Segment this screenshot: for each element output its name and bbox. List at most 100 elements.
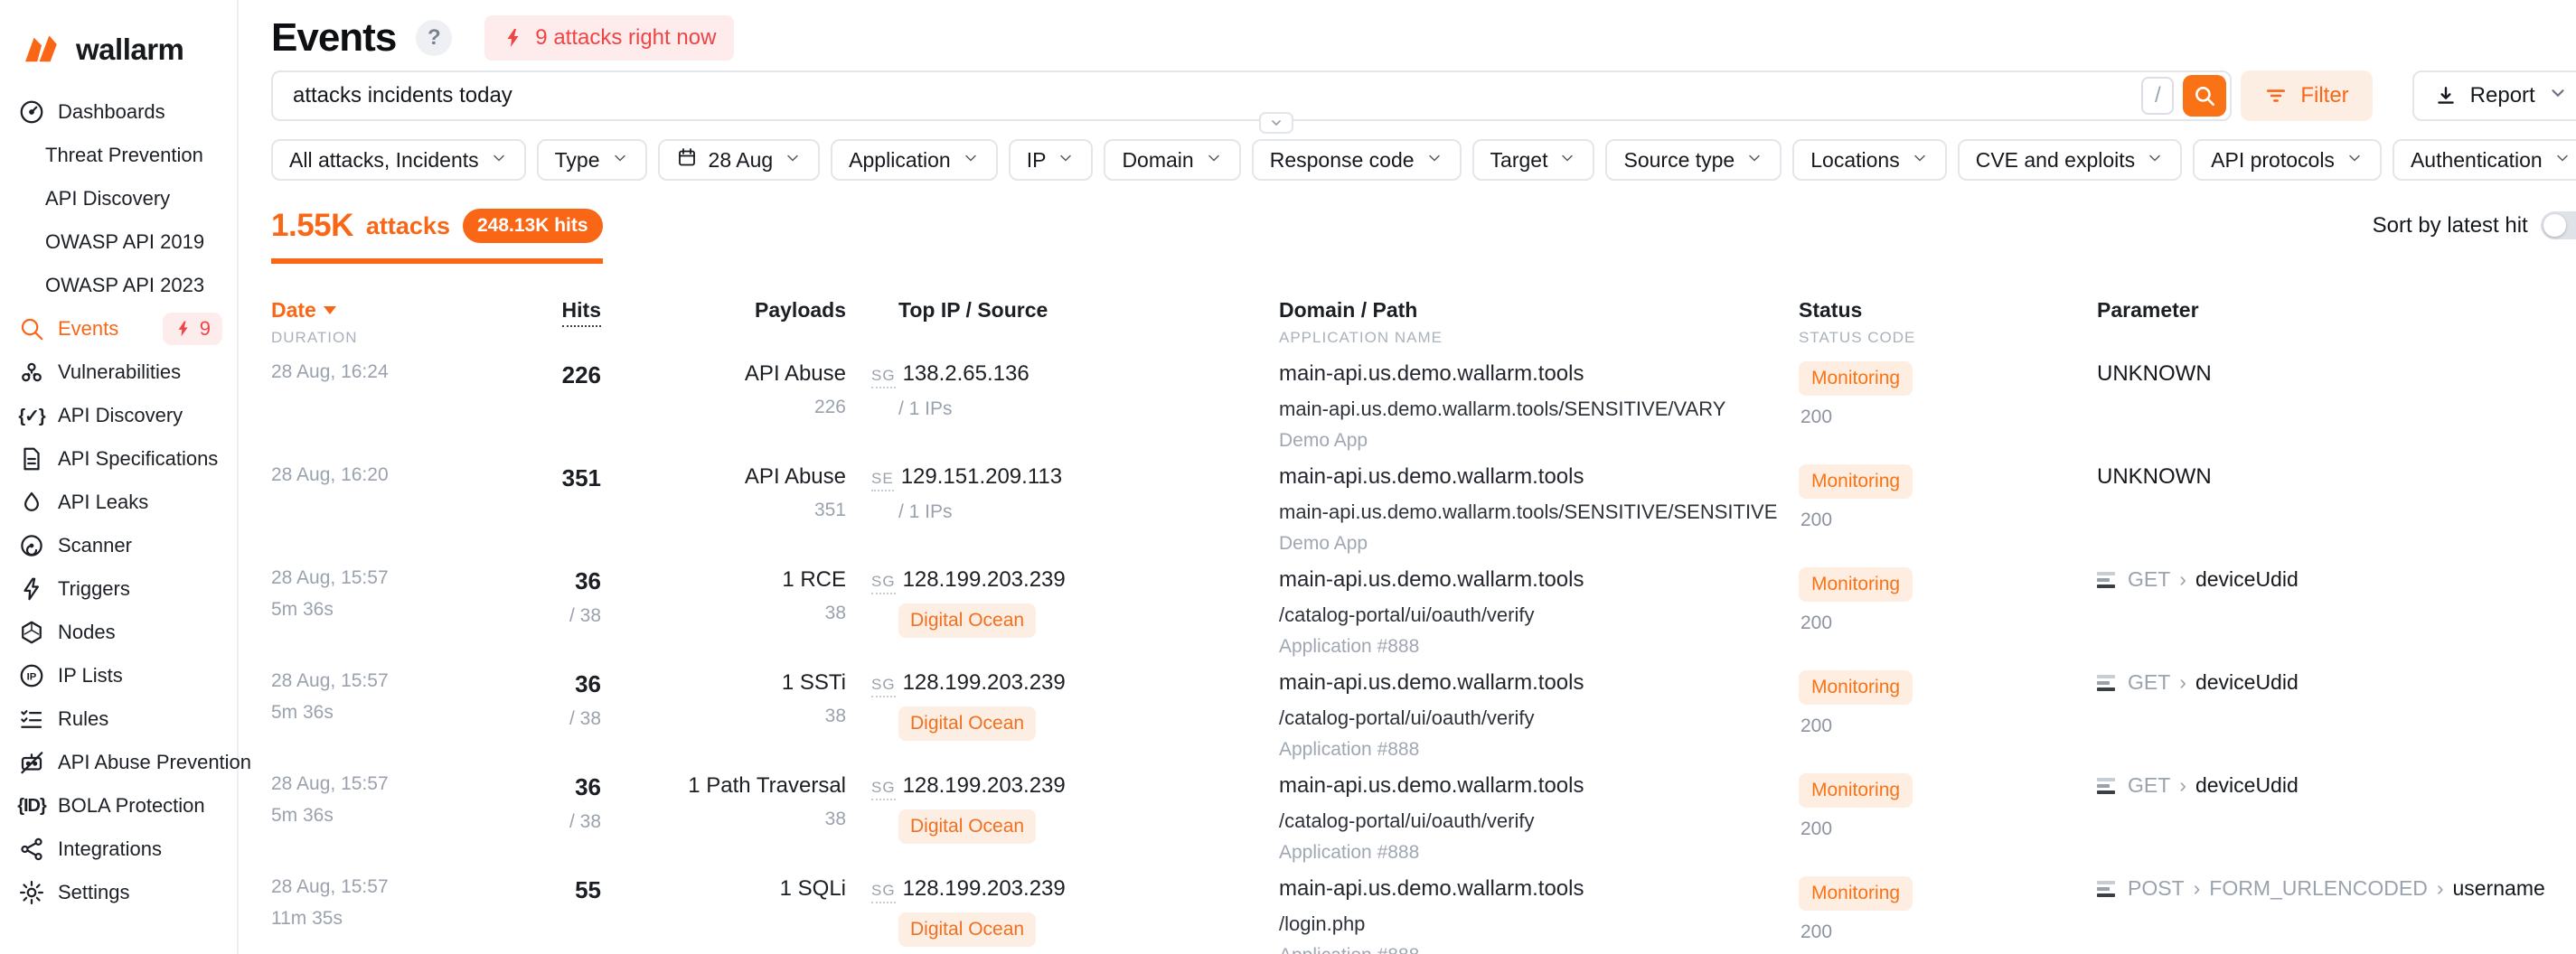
sidebar-item-nodes[interactable]: Nodes: [0, 611, 237, 654]
path: main-api.us.demo.wallarm.tools/SENSITIVE…: [1279, 398, 1799, 421]
domain[interactable]: main-api.us.demo.wallarm.tools: [1279, 567, 1799, 593]
status-badge: Monitoring: [1799, 464, 1913, 499]
sidebar-item-threat-prevention[interactable]: Threat Prevention: [0, 134, 237, 177]
status-code: 200: [1800, 407, 2097, 428]
table-row[interactable]: 28 Aug, 15:57 11m 35s 55 1 SQLi SG 128.1…: [271, 862, 2576, 954]
filter-chip-all-attacks-incidents[interactable]: All attacks, Incidents: [271, 139, 526, 181]
filter-chip-label: Target: [1490, 148, 1548, 173]
status-badge: Monitoring: [1799, 773, 1913, 808]
column-header-payloads: Payloads: [601, 298, 846, 347]
table-row[interactable]: 28 Aug, 15:57 5m 36s 36 / 38 1 RCE 38 SG…: [271, 553, 2576, 656]
application-name: Demo App: [1279, 430, 1799, 452]
domain[interactable]: main-api.us.demo.wallarm.tools: [1279, 876, 1799, 902]
search-input[interactable]: [293, 83, 2141, 108]
domain[interactable]: main-api.us.demo.wallarm.tools: [1279, 670, 1799, 696]
status-code: 200: [1800, 818, 2097, 840]
table-row[interactable]: 28 Aug, 15:57 5m 36s 36 / 38 1 Path Trav…: [271, 759, 2576, 862]
sidebar-item-api-discovery[interactable]: API Discovery: [0, 177, 237, 220]
table-row[interactable]: 28 Aug, 15:57 5m 36s 36 / 38 1 SSTi 38 S…: [271, 656, 2576, 759]
wallarm-logo[interactable]: wallarm: [0, 25, 237, 90]
sidebar-item-label: BOLA Protection: [58, 794, 222, 818]
help-icon[interactable]: ?: [416, 20, 452, 56]
filter-chip-response-code[interactable]: Response code: [1252, 139, 1462, 181]
tab-attacks[interactable]: 1.55K attacks 248.13K hits: [271, 208, 603, 264]
table-row[interactable]: 28 Aug, 16:24 226 API Abuse 226 SG 138.2…: [271, 347, 2576, 450]
chevron-separator: ›: [2179, 567, 2186, 592]
ip-address[interactable]: 128.199.203.239: [903, 876, 1066, 902]
sidebar-item-integrations[interactable]: Integrations: [0, 828, 237, 871]
sidebar-item-settings[interactable]: Settings: [0, 871, 237, 914]
report-button-label: Report: [2470, 83, 2535, 108]
domain[interactable]: main-api.us.demo.wallarm.tools: [1279, 464, 1799, 490]
filter-chip-target[interactable]: Target: [1472, 139, 1595, 181]
column-header-hits[interactable]: Hits: [488, 298, 601, 347]
chevron-down-icon: [1057, 149, 1075, 167]
ip-address[interactable]: 138.2.65.136: [903, 361, 1029, 387]
filter-chip-domain[interactable]: Domain: [1104, 139, 1240, 181]
filter-chip-ip[interactable]: IP: [1009, 139, 1094, 181]
table-row[interactable]: 28 Aug, 16:20 351 API Abuse 351 SE 129.1…: [271, 450, 2576, 553]
cell-status: Monitoring 200: [1799, 876, 2097, 954]
sidebar-item-events[interactable]: Events9: [0, 307, 237, 351]
filter-chip-type[interactable]: Type: [537, 139, 647, 181]
main-content: Events ? 9 attacks right now /: [239, 0, 2576, 954]
search-button[interactable]: [2183, 75, 2226, 117]
chevron-down-icon: [2553, 149, 2571, 167]
search-row: / Filter Report: [271, 70, 2576, 121]
wallarm-logo-icon: [18, 33, 65, 66]
parameter-part: FORM_URLENCODED: [2209, 876, 2428, 901]
collapse-search-panel-button[interactable]: [1259, 112, 1293, 134]
sidebar-item-api-leaks[interactable]: API Leaks: [0, 481, 237, 524]
sidebar-item-ip-lists[interactable]: IP IP Lists: [0, 654, 237, 697]
payload-type: API Abuse: [601, 464, 846, 490]
sidebar-item-scanner[interactable]: Scanner: [0, 524, 237, 567]
filter-chip-application[interactable]: Application: [831, 139, 998, 181]
domain[interactable]: main-api.us.demo.wallarm.tools: [1279, 773, 1799, 799]
sidebar-item-label: IP Lists: [58, 664, 222, 687]
sidebar-item-vulnerabilities[interactable]: Vulnerabilities: [0, 351, 237, 394]
event-date: 28 Aug, 15:57: [271, 670, 488, 692]
sidebar-item-api-specifications[interactable]: API Specifications: [0, 437, 237, 481]
ip-address[interactable]: 129.151.209.113: [901, 464, 1062, 490]
filter-chip-authentication[interactable]: Authentication: [2393, 139, 2576, 181]
filter-chip-api-protocols[interactable]: API protocols: [2193, 139, 2382, 181]
filter-chip-cve-and-exploits[interactable]: CVE and exploits: [1958, 139, 2182, 181]
cell-domain-path: main-api.us.demo.wallarm.tools /catalog-…: [1279, 670, 1799, 761]
domain[interactable]: main-api.us.demo.wallarm.tools: [1279, 361, 1799, 387]
attacks-now-badge[interactable]: 9 attacks right now: [484, 15, 734, 61]
ip-address[interactable]: 128.199.203.239: [903, 670, 1066, 696]
path: /catalog-portal/ui/oauth/verify: [1279, 809, 1799, 833]
chevron-down-icon: [2146, 149, 2164, 167]
filter-button-label: Filter: [2300, 83, 2348, 108]
ip-address[interactable]: 128.199.203.239: [903, 773, 1066, 799]
trefoil-icon: [18, 359, 45, 386]
filter-chip-28-aug[interactable]: 28 Aug: [658, 139, 821, 181]
search-icon: [2193, 84, 2216, 108]
ip-address[interactable]: 128.199.203.239: [903, 567, 1066, 593]
sort-toggle[interactable]: [2541, 211, 2576, 239]
report-button[interactable]: Report: [2412, 70, 2576, 121]
country-code: SG: [871, 882, 896, 903]
status-badge: Monitoring: [1799, 567, 1913, 602]
chevron-down-icon: [611, 148, 629, 173]
gear-icon: [18, 879, 45, 906]
sidebar-item-rules[interactable]: Rules: [0, 697, 237, 741]
svg-text:IP: IP: [27, 672, 37, 683]
filter-chip-source-type[interactable]: Source type: [1605, 139, 1782, 181]
sidebar-item-triggers[interactable]: Triggers: [0, 567, 237, 611]
country-code: SE: [871, 470, 894, 491]
filter-button[interactable]: Filter: [2241, 70, 2372, 121]
sidebar-item-label: API Discovery: [58, 404, 222, 427]
sidebar-item-dashboards[interactable]: Dashboards: [0, 90, 237, 134]
sidebar-item-api-abuse-prevention[interactable]: API Abuse Prevention: [0, 741, 237, 784]
sidebar-item-owasp-api-2019[interactable]: OWASP API 2019: [0, 220, 237, 264]
filter-chip-locations[interactable]: Locations: [1792, 139, 1946, 181]
sidebar-item-api-discovery[interactable]: {✓}API Discovery: [0, 394, 237, 437]
column-header-date[interactable]: Date DURATION: [271, 298, 488, 347]
sidebar-item-owasp-api-2023[interactable]: OWASP API 2023: [0, 264, 237, 307]
hits-count: 36: [488, 773, 601, 801]
source-badge: Digital Ocean: [898, 809, 1036, 844]
chevron-down-icon: [1269, 116, 1283, 130]
cell-hits: 36 / 38: [488, 670, 601, 761]
sidebar-item-bola-protection[interactable]: {ID}BOLA Protection: [0, 784, 237, 828]
